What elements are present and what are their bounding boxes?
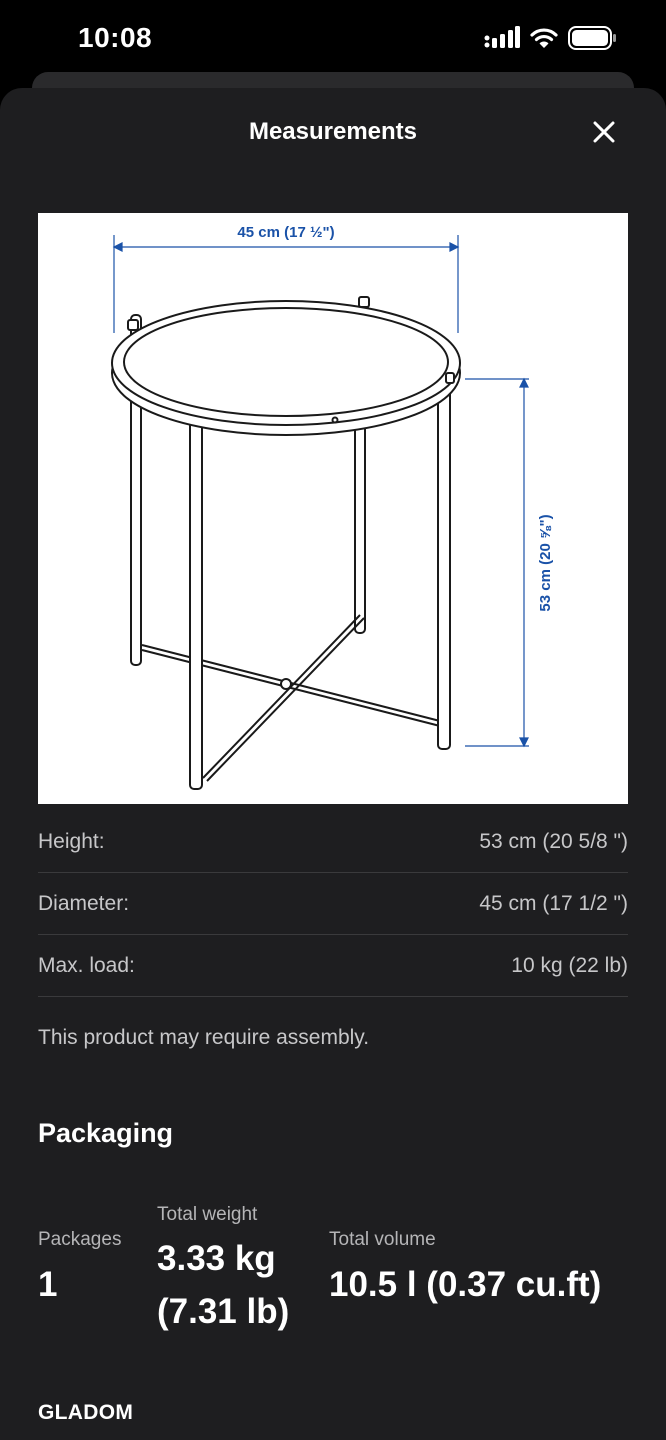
signal-icon [484, 26, 520, 48]
status-time: 10:08 [78, 22, 153, 53]
product-name: GLADOM [38, 1401, 134, 1424]
battery-icon [568, 26, 616, 50]
measurement-value: 10 kg (22 lb) [511, 953, 628, 977]
packages-value: 1 [38, 1265, 58, 1304]
total-volume-value: 10.5 l (0.37 cu.ft) [329, 1265, 602, 1304]
total-volume-label: Total volume [329, 1229, 436, 1250]
total-weight-label: Total weight [157, 1204, 258, 1225]
sheet-title: Measurements [248, 118, 418, 145]
measurement-label: Height: [38, 829, 105, 853]
measurement-value: 53 cm (20 5/8 ") [479, 829, 628, 853]
total-weight-value-imperial: (7.31 lb) [157, 1292, 290, 1331]
status-bar: 10:08 [0, 0, 666, 80]
measurement-value: 45 cm (17 1/2 ") [479, 891, 628, 915]
packaging-heading: Packaging [38, 1118, 174, 1148]
product-dimension-drawing: 45 cm (17 ½") 53 cm (20 ⅝") [38, 213, 628, 804]
total-weight-value: 3.33 kg [157, 1239, 276, 1278]
close-button[interactable] [584, 112, 624, 152]
height-dimension-label: 53 cm (20 ⅝") [537, 514, 554, 611]
wifi-icon [530, 28, 558, 48]
measurement-row-max-load: Max. load: 10 kg (22 lb) [38, 935, 628, 997]
status-icons [484, 26, 618, 50]
packages-label: Packages [38, 1229, 122, 1250]
assembly-note: This product may require assembly. [38, 1026, 370, 1049]
measurement-label: Diameter: [38, 891, 130, 915]
measurement-row-diameter: Diameter: 45 cm (17 1/2 ") [38, 873, 628, 935]
width-dimension-label: 45 cm (17 ½") [237, 224, 334, 241]
close-icon [593, 121, 615, 143]
measurement-label: Max. load: [38, 953, 135, 977]
measurement-row-height: Height: 53 cm (20 5/8 ") [38, 811, 628, 873]
measurements-sheet: Measurements 45 cm (17 ½") 53 cm (20 ⅝")… [0, 88, 666, 1440]
